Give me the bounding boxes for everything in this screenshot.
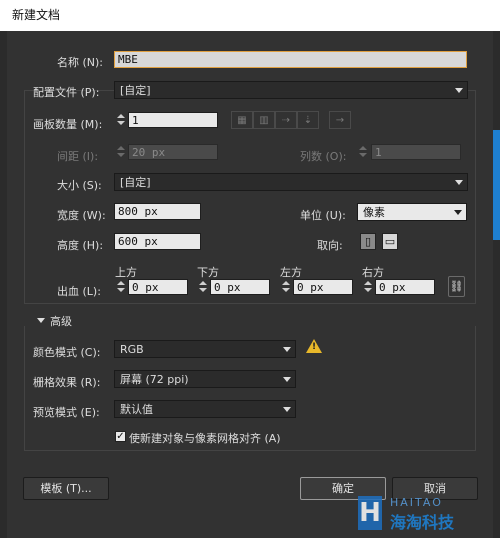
bleed-right-label: 右方 <box>362 266 384 279</box>
bleed-bottom-label: 下方 <box>197 266 219 279</box>
align-pixel-grid-label[interactable]: 使新建对象与像素网格对齐 (A) <box>129 430 281 446</box>
landscape-icon[interactable]: ▭ <box>382 233 398 250</box>
portrait-icon[interactable]: ▯ <box>360 233 376 250</box>
arrange-by-row-icon[interactable]: ⇢ <box>275 111 297 129</box>
link-icon[interactable]: ⛓ <box>448 276 465 297</box>
spacing-stepper <box>115 144 127 160</box>
spacing-input: 20 px <box>128 144 218 160</box>
size-select[interactable]: [自定] <box>114 173 468 191</box>
grid-by-row-icon[interactable]: ▦ <box>231 111 253 129</box>
bleed-left-label: 左方 <box>280 266 302 279</box>
artboard-count-label: 画板数量 (M): <box>33 118 103 131</box>
profile-select-value: [自定] <box>120 84 151 97</box>
profile-select[interactable]: [自定] <box>114 81 468 99</box>
watermark-latin: HAITAO <box>390 496 443 509</box>
size-select-value: [自定] <box>120 176 151 189</box>
arrow-right-icon[interactable]: → <box>329 111 351 129</box>
bleed-bottom-input[interactable]: 0 px <box>210 279 270 295</box>
bleed-left-input[interactable]: 0 px <box>293 279 353 295</box>
bleed-top-input[interactable]: 0 px <box>128 279 188 295</box>
orientation-label: 取向: <box>317 239 343 252</box>
bleed-left-stepper[interactable] <box>280 279 292 295</box>
name-input[interactable]: MBE <box>114 51 467 68</box>
watermark-logo: H <box>358 496 382 530</box>
width-label: 宽度 (W): <box>57 209 106 222</box>
background-scroll-accent <box>493 130 500 240</box>
window-title: 新建文档 <box>12 8 61 22</box>
artboard-count-input[interactable]: 1 <box>128 112 218 128</box>
window-title-bar: 新建文档 <box>0 0 500 31</box>
watermark-cn: 海淘科技 <box>390 513 455 532</box>
width-input[interactable]: 800 px <box>114 203 201 220</box>
size-label: 大小 (S): <box>57 179 102 192</box>
columns-input: 1 <box>371 144 461 160</box>
preview-mode-select[interactable]: 默认值 <box>114 400 296 418</box>
align-pixel-grid-checkbox[interactable]: ✓ <box>115 431 126 442</box>
bleed-right-input[interactable]: 0 px <box>375 279 435 295</box>
raster-effects-select[interactable]: 屏幕 (72 ppi) <box>114 370 296 388</box>
units-select[interactable]: 像素 <box>357 203 467 221</box>
arrange-by-column-icon[interactable]: ⇣ <box>297 111 319 129</box>
units-label: 单位 (U): <box>300 209 346 222</box>
chevron-down-icon <box>454 210 462 215</box>
columns-stepper <box>357 144 369 160</box>
raster-effects-label: 栅格效果 (R): <box>33 376 101 389</box>
columns-label: 列数 (O): <box>300 150 347 163</box>
height-label: 高度 (H): <box>57 239 104 252</box>
preview-mode-value: 默认值 <box>120 403 153 416</box>
chevron-down-icon <box>455 88 463 93</box>
color-mode-select[interactable]: RGB <box>114 340 296 358</box>
preview-mode-label: 预览模式 (E): <box>33 406 100 419</box>
background-window-right <box>493 31 500 538</box>
bleed-top-stepper[interactable] <box>115 279 127 295</box>
bleed-bottom-stepper[interactable] <box>197 279 209 295</box>
units-select-value: 像素 <box>363 206 385 219</box>
chevron-down-icon <box>283 407 291 412</box>
background-window-left <box>0 31 7 538</box>
bleed-label: 出血 (L): <box>57 285 101 298</box>
artboard-count-stepper[interactable] <box>115 112 127 128</box>
grid-by-column-icon[interactable]: ▥ <box>253 111 275 129</box>
chevron-down-icon <box>283 347 291 352</box>
templates-button[interactable]: 模板 (T)... <box>23 477 109 500</box>
bleed-right-stepper[interactable] <box>362 279 374 295</box>
bleed-top-label: 上方 <box>115 266 137 279</box>
spacing-label: 间距 (I): <box>57 150 99 163</box>
profile-label: 配置文件 (P): <box>33 86 100 99</box>
name-label: 名称 (N): <box>57 56 104 69</box>
collapse-triangle-icon[interactable] <box>37 318 45 323</box>
warning-mark: ! <box>312 342 317 352</box>
height-input[interactable]: 600 px <box>114 233 201 250</box>
color-mode-value: RGB <box>120 343 144 356</box>
chevron-down-icon <box>283 377 291 382</box>
color-mode-label: 颜色模式 (C): <box>33 346 101 359</box>
raster-effects-value: 屏幕 (72 ppi) <box>120 373 189 386</box>
chevron-down-icon <box>455 180 463 185</box>
